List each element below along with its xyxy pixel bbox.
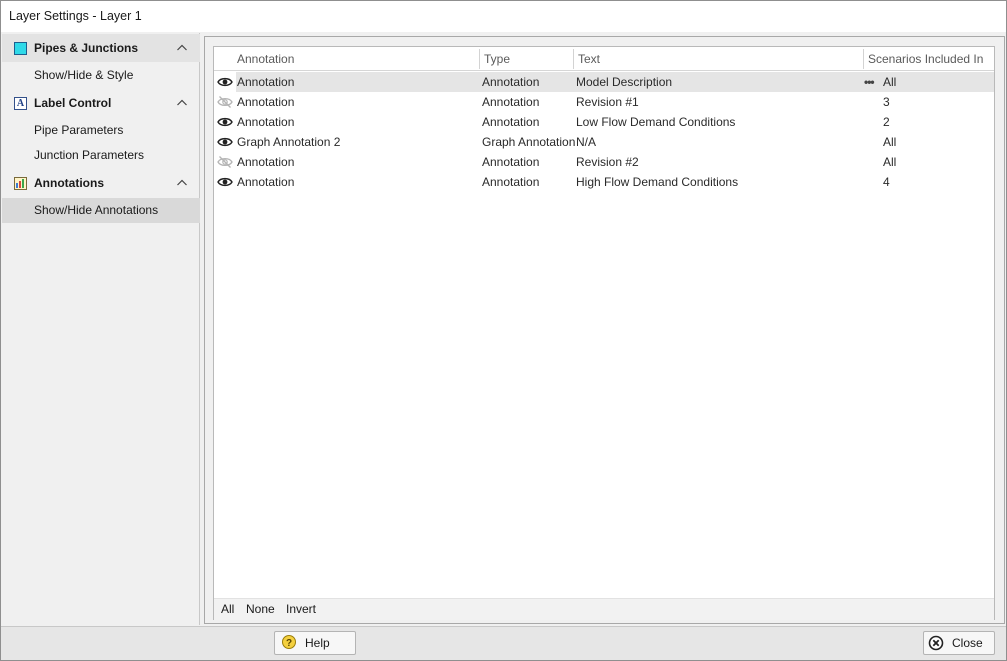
annotation-cell: Graph Annotation 2 xyxy=(237,135,341,149)
text-cell[interactable]: High Flow Demand Conditions xyxy=(576,172,738,192)
eye-hidden-icon[interactable] xyxy=(217,94,233,110)
eye-icon[interactable] xyxy=(217,114,233,130)
annotation-image-icon xyxy=(14,176,27,190)
table-row[interactable]: Annotation Annotation Revision #1 3 xyxy=(214,92,994,112)
section-pipes-junctions[interactable]: Pipes & Junctions xyxy=(2,34,200,62)
annotation-cell: Annotation xyxy=(237,115,295,129)
bottom-bar: ? Help Close xyxy=(1,626,1006,660)
invert-selection-link[interactable]: Invert xyxy=(286,602,316,616)
text-cell[interactable]: Revision #2 xyxy=(576,152,639,172)
table-row[interactable]: Annotation Annotation Model Description •••… xyxy=(214,72,994,92)
text-cell[interactable]: Low Flow Demand Conditions xyxy=(576,112,735,132)
close-button[interactable]: Close xyxy=(923,631,995,655)
eye-hidden-icon[interactable] xyxy=(217,154,233,170)
sidebar-item-junction-parameters[interactable]: Junction Parameters xyxy=(2,143,200,168)
column-header-text[interactable]: Text xyxy=(574,47,600,71)
section-label-control[interactable]: A Label Control xyxy=(2,89,200,117)
help-button[interactable]: ? Help xyxy=(274,631,356,655)
chevron-up-icon[interactable] xyxy=(176,42,188,54)
table-row[interactable]: Annotation Annotation Revision #2 All xyxy=(214,152,994,172)
annotation-cell: Annotation xyxy=(237,175,295,189)
eye-icon[interactable] xyxy=(217,74,233,90)
text-cell[interactable]: Revision #1 xyxy=(576,92,639,112)
label-a-icon: A xyxy=(14,96,27,110)
type-cell: Annotation xyxy=(482,75,540,89)
text-cell[interactable]: Model Description xyxy=(576,72,672,92)
type-cell: Annotation xyxy=(482,175,540,189)
layer-settings-window: Layer Settings - Layer 1 Pipes & Junctio… xyxy=(0,0,1007,661)
scenarios-cell[interactable]: 3 xyxy=(883,92,890,112)
cyan-square-icon xyxy=(14,41,27,55)
annotation-cell: Annotation xyxy=(237,75,295,89)
annotation-cell: Annotation xyxy=(237,95,295,109)
annotations-grid: Annotation Type Text Scenarios Included … xyxy=(213,46,995,620)
table-row[interactable]: Annotation Annotation Low Flow Demand Cond… xyxy=(214,112,994,132)
select-all-link[interactable]: All xyxy=(221,602,234,616)
annotation-cell: Annotation xyxy=(237,155,295,169)
text-cell[interactable]: N/A xyxy=(576,132,596,152)
type-cell: Annotation xyxy=(482,115,540,129)
type-cell: Graph Annotation xyxy=(482,135,576,149)
section-label: Label Control xyxy=(34,96,112,110)
help-icon: ? xyxy=(282,635,296,649)
table-row[interactable]: Graph Annotation 2 Graph Annotation N/A All xyxy=(214,132,994,152)
main-panel: Annotation Type Text Scenarios Included … xyxy=(204,36,1005,624)
column-header-scenarios[interactable]: Scenarios Included In xyxy=(864,47,983,71)
scenarios-cell[interactable]: 4 xyxy=(883,172,890,192)
grid-footer: All None Invert xyxy=(214,598,994,620)
scenarios-cell[interactable]: All xyxy=(883,152,896,172)
scenarios-cell[interactable]: All xyxy=(883,132,896,152)
scenarios-cell[interactable]: 2 xyxy=(883,112,890,132)
section-label: Annotations xyxy=(34,176,104,190)
svg-text:?: ? xyxy=(286,638,292,649)
eye-icon[interactable] xyxy=(217,134,233,150)
select-none-link[interactable]: None xyxy=(246,602,275,616)
chevron-up-icon[interactable] xyxy=(176,177,188,189)
sidebar: Pipes & Junctions Show/Hide & Style A La… xyxy=(2,33,200,625)
sidebar-item-show-hide-style[interactable]: Show/Hide & Style xyxy=(2,63,200,88)
close-button-label: Close xyxy=(952,636,983,650)
grid-header: Annotation Type Text Scenarios Included … xyxy=(214,47,994,71)
type-cell: Annotation xyxy=(482,155,540,169)
close-icon xyxy=(928,635,944,651)
table-row[interactable]: Annotation Annotation High Flow Demand Con… xyxy=(214,172,994,192)
chevron-up-icon[interactable] xyxy=(176,97,188,109)
sidebar-item-pipe-parameters[interactable]: Pipe Parameters xyxy=(2,118,200,143)
type-cell: Annotation xyxy=(482,95,540,109)
section-label: Pipes & Junctions xyxy=(34,41,139,55)
column-header-type[interactable]: Type xyxy=(480,47,510,71)
column-header-annotation[interactable]: Annotation xyxy=(233,47,294,71)
sidebar-item-show-hide-annotations[interactable]: Show/Hide Annotations xyxy=(2,198,200,223)
ellipsis-button[interactable]: ••• xyxy=(864,72,875,92)
help-button-label: Help xyxy=(305,636,330,650)
eye-icon[interactable] xyxy=(217,174,233,190)
window-title: Layer Settings - Layer 1 xyxy=(1,1,1006,32)
scenarios-cell[interactable]: All xyxy=(883,72,896,92)
section-annotations[interactable]: Annotations xyxy=(2,169,200,197)
